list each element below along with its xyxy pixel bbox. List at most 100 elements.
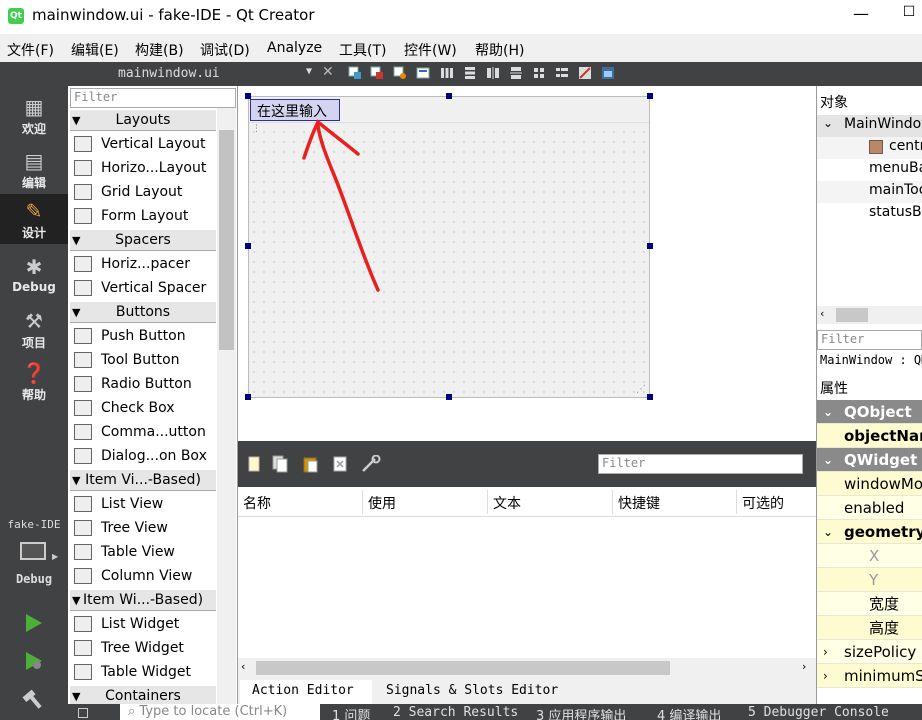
new-action-icon[interactable] — [246, 455, 262, 473]
widget-category-2[interactable]: ▼ Buttons — [70, 301, 216, 323]
action-filter-input[interactable]: Filter — [598, 454, 803, 474]
widget-item[interactable]: Radio Button — [70, 372, 216, 396]
object-row-statusbar[interactable]: statusBar — [817, 203, 922, 225]
widget-item[interactable]: Check Box — [70, 396, 216, 420]
column-header-name[interactable]: 名称 — [243, 493, 271, 513]
widget-category-4[interactable]: ▼ Item Wi...-Based) — [70, 589, 216, 611]
widget-item[interactable]: Tool Button — [70, 348, 216, 372]
object-inspector-scrollbar[interactable] — [817, 306, 922, 324]
object-row-central-widget[interactable]: centralWidget — [817, 137, 922, 159]
mode-debug[interactable]: ✱ Debug — [0, 254, 68, 300]
mode-edit[interactable]: ▤ 编辑 — [0, 148, 68, 194]
selection-handle[interactable] — [446, 394, 452, 400]
menu-help[interactable]: 帮助(H) — [475, 40, 524, 60]
menu-file[interactable]: 文件(F) — [7, 40, 54, 60]
widget-box-scroll-thumb[interactable] — [219, 130, 234, 350]
delete-action-icon[interactable] — [332, 455, 348, 473]
output-tab-application-output[interactable]: 3 应用程序输出 — [536, 705, 626, 720]
property-row[interactable]: ⌄ geometry — [817, 520, 922, 544]
widget-item[interactable]: List Widget — [70, 612, 216, 636]
property-row[interactable]: enabled — [817, 496, 922, 520]
output-tab-debugger-console[interactable]: 5 Debugger Console — [748, 705, 889, 720]
kit-selector-monitor-icon[interactable] — [20, 542, 46, 560]
adjust-size-icon[interactable] — [601, 66, 615, 80]
widget-item[interactable]: Push Button — [70, 324, 216, 348]
column-header-text[interactable]: 文本 — [493, 493, 521, 513]
action-table-scroll-thumb[interactable] — [256, 661, 670, 675]
maximize-button[interactable]: ☐ — [894, 4, 922, 28]
menu-debug[interactable]: 调试(D) — [200, 40, 250, 60]
widget-item[interactable]: Table Widget — [70, 660, 216, 684]
open-documents-combo[interactable]: mainwindow.ui ▼ — [70, 64, 320, 84]
widget-filter-input[interactable]: Filter — [70, 88, 236, 108]
widget-item[interactable]: Horiz...pacer — [70, 252, 216, 276]
selection-handle[interactable] — [647, 243, 653, 249]
mode-design[interactable]: ✎ 设计 — [0, 194, 68, 244]
selection-handle[interactable] — [647, 93, 653, 99]
scroll-left-icon[interactable]: ‹ — [820, 307, 824, 320]
action-table-body[interactable] — [238, 517, 816, 657]
mode-help[interactable]: ❓ 帮助 — [0, 360, 68, 406]
output-tab-search-results[interactable]: 2 Search Results — [393, 705, 518, 720]
column-header-used[interactable]: 使用 — [368, 493, 396, 513]
object-row-menubar[interactable]: menuBar — [817, 159, 922, 181]
menu-edit[interactable]: 编辑(E) — [71, 40, 119, 60]
menu-build[interactable]: 构建(B) — [135, 40, 184, 60]
object-row-mainwindow[interactable]: ⌄ MainWindow — [817, 115, 922, 137]
widget-item[interactable]: Vertical Layout — [70, 132, 216, 156]
widget-category-3[interactable]: ▼ Item Vi...-Based) — [70, 469, 216, 491]
column-header-checkable[interactable]: 可选的 — [742, 493, 784, 513]
widget-item[interactable]: List View — [70, 492, 216, 516]
close-document-button[interactable]: ✕ — [322, 64, 334, 80]
layout-vertical-splitter-icon[interactable] — [509, 66, 523, 80]
edit-tab-order-icon[interactable] — [416, 66, 430, 80]
object-inspector-scroll-thumb[interactable] — [836, 308, 868, 322]
paste-action-icon[interactable] — [302, 455, 318, 473]
widget-item[interactable]: Tree Widget — [70, 636, 216, 660]
property-filter-input[interactable]: Filter — [817, 330, 922, 350]
property-row[interactable]: X — [817, 544, 922, 568]
configure-icon[interactable] — [360, 455, 382, 473]
scroll-right-icon[interactable]: › — [802, 660, 806, 673]
selection-handle[interactable] — [245, 93, 251, 99]
widget-category-0[interactable]: ▼ Layouts — [70, 109, 216, 131]
menu-analyze[interactable]: Analyze — [267, 40, 322, 56]
widget-item[interactable]: Comma...utton — [70, 420, 216, 444]
layout-form-icon[interactable] — [555, 66, 569, 80]
widget-item[interactable]: Grid Layout — [70, 180, 216, 204]
build-hammer-button[interactable] — [22, 688, 44, 710]
run-button[interactable] — [22, 612, 44, 634]
widget-item[interactable]: Tree View — [70, 516, 216, 540]
selection-handle[interactable] — [446, 93, 452, 99]
debug-run-button[interactable] — [22, 650, 44, 672]
selection-handle[interactable] — [245, 394, 251, 400]
widget-item[interactable]: Vertical Spacer — [70, 276, 216, 300]
selection-handle[interactable] — [245, 243, 251, 249]
edit-signals-icon[interactable] — [370, 66, 384, 80]
break-layout-icon[interactable] — [578, 66, 592, 80]
object-row-main-toolbar[interactable]: mainToolBar — [817, 181, 922, 203]
mode-projects[interactable]: ⚒ 项目 — [0, 308, 68, 354]
copy-action-icon[interactable] — [272, 455, 288, 473]
widget-item[interactable]: Horizo...Layout — [70, 156, 216, 180]
toggle-sidebar-icon[interactable] — [78, 708, 88, 718]
property-row[interactable]: Y — [817, 568, 922, 592]
layout-vertical-icon[interactable] — [463, 66, 477, 80]
property-row[interactable]: ⌄ QObject — [817, 400, 922, 424]
selection-handle[interactable] — [647, 394, 653, 400]
output-tab-compile-output[interactable]: 4 编译输出 — [657, 705, 721, 720]
property-row[interactable]: ⌄ QWidget — [817, 448, 922, 472]
widget-category-1[interactable]: ▼ Spacers — [70, 229, 216, 251]
menu-widget[interactable]: 控件(W) — [404, 40, 457, 60]
layout-grid-icon[interactable] — [532, 66, 546, 80]
tab-action-editor[interactable]: Action Editor — [240, 680, 372, 704]
edit-buddies-icon[interactable] — [393, 66, 407, 80]
tab-signals-slots-editor[interactable]: Signals & Slots Editor — [376, 680, 568, 701]
property-row[interactable]: 高度 — [817, 616, 922, 640]
widget-item[interactable]: Table View — [70, 540, 216, 564]
property-row[interactable]: › sizePolicy — [817, 640, 922, 664]
locator-input[interactable]: ⌕ Type to locate (Ctrl+K) — [120, 704, 320, 720]
output-tab-issues[interactable]: 1 问题 — [332, 705, 370, 720]
scroll-left-icon[interactable]: ‹ — [241, 660, 245, 673]
widget-item[interactable]: Dialog...on Box — [70, 444, 216, 468]
